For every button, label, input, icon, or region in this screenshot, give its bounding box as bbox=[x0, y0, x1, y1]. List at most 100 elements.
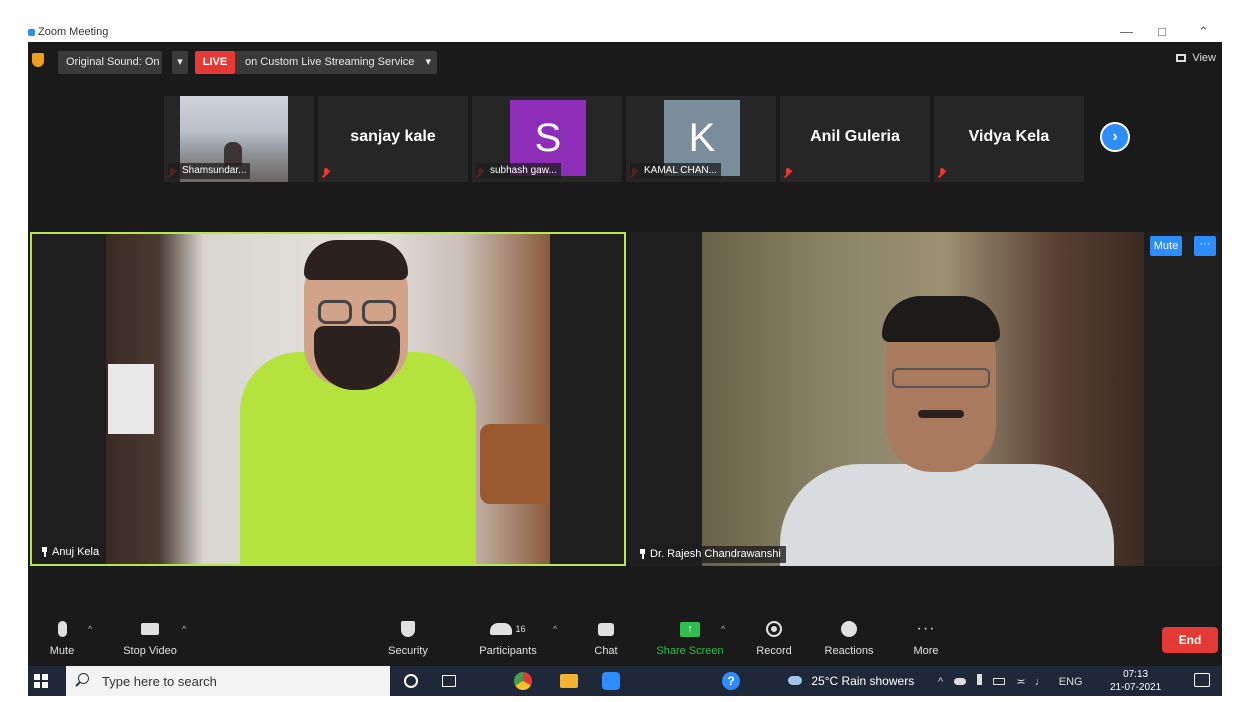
next-page-arrow-icon[interactable]: › bbox=[1100, 122, 1130, 152]
participants-count: 16 bbox=[515, 624, 526, 634]
taskbar-search-box[interactable]: Type here to search bbox=[66, 666, 390, 696]
original-sound-dropdown[interactable]: ▾ bbox=[172, 51, 188, 74]
participant-name: KAMAL CHAN... bbox=[630, 163, 721, 179]
security-button[interactable]: Security bbox=[383, 616, 433, 657]
cloud-rain-icon bbox=[788, 676, 802, 685]
mute-participant-button[interactable]: Mute bbox=[1150, 236, 1182, 256]
clock-time: 07:13 bbox=[1123, 669, 1149, 680]
more-button[interactable]: ··· More bbox=[906, 616, 946, 657]
active-speaker-video[interactable]: Anuj Kela bbox=[30, 232, 626, 566]
clock-date: 21-07-2021 bbox=[1110, 682, 1162, 693]
zoom-window: Zoom Meeting — □ ⌃ Original Sound: On ▾ … bbox=[28, 24, 1222, 696]
thumbnail-shamsundar[interactable]: Shamsundar... bbox=[164, 96, 314, 182]
more-label: More bbox=[913, 645, 939, 657]
share-screen-label: Share Screen bbox=[656, 645, 724, 657]
speaker-name-label: Anuj Kela bbox=[36, 544, 105, 561]
chat-button[interactable]: Chat bbox=[588, 616, 624, 657]
participants-icon bbox=[490, 623, 513, 635]
original-sound-button[interactable]: Original Sound: On bbox=[58, 51, 162, 74]
refrigerator bbox=[108, 364, 154, 434]
live-streaming-menu[interactable]: on Custom Live Streaming Service ▾ bbox=[235, 51, 437, 74]
microphone-icon bbox=[57, 621, 67, 637]
chat-bubble-icon bbox=[598, 622, 614, 636]
record-button[interactable]: Record bbox=[752, 616, 796, 657]
more-options-icon[interactable]: ··· bbox=[1194, 236, 1216, 256]
chevron-up-icon[interactable]: ^ bbox=[938, 676, 943, 688]
participant-name: Shamsundar... bbox=[168, 163, 251, 179]
reactions-label: Reactions bbox=[824, 645, 874, 657]
video-camera-icon bbox=[141, 623, 159, 635]
view-button[interactable]: View bbox=[1176, 52, 1216, 64]
system-tray: ^ ≍ ♩ ENG bbox=[938, 674, 1083, 688]
weather-widget[interactable]: 25°C Rain showers bbox=[788, 674, 914, 688]
participant-shirt bbox=[780, 464, 1114, 566]
security-shield-icon[interactable] bbox=[32, 53, 44, 67]
thumbnail-subhash[interactable]: S subhash gaw... bbox=[472, 96, 622, 182]
smiley-icon bbox=[841, 621, 857, 637]
windows-start-icon[interactable] bbox=[34, 674, 48, 688]
glasses-left bbox=[318, 300, 352, 324]
volume-icon[interactable]: ♩ bbox=[1035, 676, 1046, 688]
share-screen-icon: ↑ bbox=[680, 621, 700, 637]
restore-icon[interactable]: □ bbox=[1158, 24, 1166, 39]
mute-label: Mute bbox=[49, 645, 75, 657]
cortana-icon[interactable] bbox=[404, 674, 418, 688]
notifications-icon[interactable] bbox=[1194, 673, 1210, 687]
shield-icon bbox=[401, 621, 415, 637]
mute-button[interactable]: Mute bbox=[42, 616, 82, 657]
participant-name-label: Dr. Rajesh Chandrawanshi bbox=[634, 546, 786, 563]
record-label: Record bbox=[756, 645, 792, 657]
chrome-icon[interactable] bbox=[514, 672, 532, 690]
participant-video-right[interactable]: Mute ··· Dr. Rajesh Chandrawanshi bbox=[630, 232, 1220, 566]
title-bar: Zoom Meeting — □ ⌃ bbox=[28, 24, 1222, 42]
taskbar-clock[interactable]: 07:13 21-07-2021 bbox=[1110, 668, 1161, 694]
chevron-up-icon[interactable]: ^ bbox=[88, 624, 92, 634]
sofa bbox=[480, 424, 550, 504]
speaker-hair bbox=[304, 240, 408, 280]
thumbnail-kamal[interactable]: K KAMAL CHAN... bbox=[626, 96, 776, 182]
thumbnail-sanjay-kale[interactable]: sanjay kale bbox=[318, 96, 468, 182]
chevron-down-icon: ▾ bbox=[177, 56, 183, 68]
live-badge[interactable]: LIVE bbox=[195, 51, 235, 74]
chat-label: Chat bbox=[594, 645, 618, 657]
pin-icon bbox=[639, 549, 646, 559]
security-label: Security bbox=[388, 645, 428, 657]
zoom-app-icon[interactable] bbox=[602, 672, 620, 690]
cloud-icon[interactable] bbox=[954, 678, 967, 685]
collapse-icon[interactable]: ⌃ bbox=[1198, 24, 1209, 40]
participants-label: Participants bbox=[479, 645, 537, 657]
battery-icon[interactable] bbox=[993, 678, 1006, 685]
chevron-up-icon[interactable]: ^ bbox=[182, 624, 186, 634]
meeting-top-bar: Original Sound: On ▾ LIVE on Custom Live… bbox=[28, 42, 1222, 80]
chevron-down-icon: ▾ bbox=[425, 56, 431, 68]
meeting-controls: Mute ^ Stop Video ^ Security 16 Particip… bbox=[28, 612, 1222, 666]
mic-off-icon bbox=[784, 166, 793, 177]
chevron-up-icon[interactable]: ^ bbox=[721, 624, 725, 634]
reactions-button[interactable]: Reactions bbox=[820, 616, 878, 657]
pin-icon bbox=[41, 547, 48, 557]
participant-hair bbox=[882, 296, 1000, 342]
mic-off-icon bbox=[322, 166, 331, 177]
share-screen-button[interactable]: ↑ Share Screen bbox=[654, 616, 726, 657]
glasses-right bbox=[362, 300, 396, 324]
wifi-icon[interactable]: ≍ bbox=[1016, 676, 1025, 688]
end-meeting-button[interactable]: End bbox=[1162, 627, 1218, 653]
windows-taskbar: Type here to search ? 25°C Rain showers … bbox=[28, 666, 1222, 696]
thumbnail-anil-guleria[interactable]: Anil Guleria bbox=[780, 96, 930, 182]
participant-name: Anil Guleria bbox=[810, 128, 900, 145]
help-icon[interactable]: ? bbox=[722, 672, 740, 690]
original-sound-label: Original Sound: On bbox=[66, 56, 160, 68]
minimize-icon[interactable]: — bbox=[1120, 24, 1133, 39]
weather-text: 25°C Rain showers bbox=[811, 674, 915, 688]
search-placeholder: Type here to search bbox=[102, 674, 217, 689]
thumbnail-vidya-kela[interactable]: Vidya Kela bbox=[934, 96, 1084, 182]
task-view-icon[interactable] bbox=[442, 675, 456, 687]
usb-icon[interactable] bbox=[977, 674, 983, 685]
view-label: View bbox=[1192, 52, 1216, 64]
stop-video-button[interactable]: Stop Video bbox=[118, 616, 182, 657]
chevron-up-icon[interactable]: ^ bbox=[553, 624, 557, 634]
participants-button[interactable]: 16 Participants bbox=[472, 616, 544, 657]
language-indicator[interactable]: ENG bbox=[1059, 676, 1083, 688]
file-explorer-icon[interactable] bbox=[560, 674, 578, 688]
participant-strip: Shamsundar... sanjay kale S subhash gaw.… bbox=[28, 80, 1222, 230]
